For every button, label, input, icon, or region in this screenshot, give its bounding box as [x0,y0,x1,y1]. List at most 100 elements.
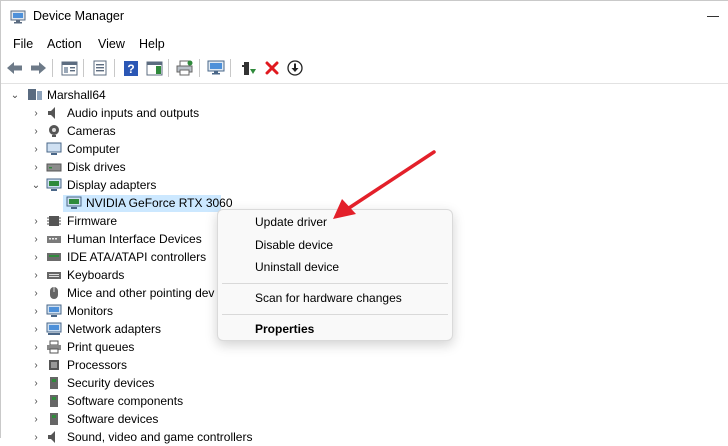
context-menu: Update driver Disable device Uninstall d… [217,209,453,341]
display-adapter-icon [46,178,62,191]
context-menu-properties[interactable]: Properties [255,322,314,336]
tree-item-keyboards[interactable]: › Keyboards [1,266,231,284]
update-driver-down-icon[interactable] [285,58,305,78]
tree-item-firmware[interactable]: › Firmware [1,212,231,230]
tree-item-processors[interactable]: › Processors [1,356,231,374]
monitor-icon [46,142,62,155]
chevron-right-icon[interactable]: › [31,144,41,155]
chevron-right-icon[interactable]: › [31,216,41,227]
context-menu-separator [222,314,448,315]
menu-action[interactable]: Action [47,37,82,51]
minimize-button[interactable] [707,16,719,17]
tree-item-label: Sound, video and game controllers [67,430,253,444]
chevron-right-icon[interactable]: › [31,324,41,335]
chevron-right-icon[interactable]: › [31,270,41,281]
toolbar-separator [52,59,53,77]
tree-item-label: Software devices [67,412,159,426]
chevron-right-icon[interactable]: › [31,396,41,407]
tree-item-label: Display adapters [67,178,157,192]
tree-item-label: Human Interface Devices [67,232,202,246]
tree-item-label: Processors [67,358,128,372]
chevron-right-icon[interactable]: › [31,378,41,389]
tree-item-label: Audio inputs and outputs [67,106,200,120]
title-bar: Device Manager [1,1,728,33]
tree-item-ide[interactable]: › IDE ATA/ATAPI controllers [1,248,231,266]
tree-item-nvidia-gpu[interactable]: NVIDIA GeForce RTX 3060 [1,194,233,212]
tree-item-label: Disk drives [67,160,126,174]
tree-item-audio[interactable]: › Audio inputs and outputs [1,104,231,122]
help-icon[interactable]: ? [121,58,141,78]
chevron-right-icon[interactable]: › [31,432,41,443]
hid-icon [47,236,61,243]
security-device-icon [50,377,58,389]
tree-item-hid[interactable]: › Human Interface Devices [1,230,231,248]
processor-icon [49,360,59,370]
uninstall-x-icon[interactable] [262,58,282,78]
window-title: Device Manager [33,9,125,23]
properties-view-icon[interactable] [59,58,79,78]
disk-drive-icon [46,163,62,172]
svg-text:?: ? [127,62,134,76]
tree-item-label: Software components [67,394,184,408]
tree-item-software-components[interactable]: › Software components [1,392,231,410]
tree-item-security[interactable]: › Security devices [1,374,231,392]
tree-item-label: Monitors [67,304,114,318]
scan-monitor-icon[interactable] [206,58,226,78]
show-hide-icon[interactable] [90,58,110,78]
chevron-right-icon[interactable]: › [31,360,41,371]
print-icon[interactable] [175,58,195,78]
network-adapter-icon [46,322,62,335]
toolbar-separator [199,59,200,77]
enable-device-icon[interactable] [239,58,259,78]
chevron-right-icon[interactable]: › [31,234,41,245]
menu-help[interactable]: Help [139,37,165,51]
chevron-right-icon[interactable]: › [31,126,41,137]
tree-item-software-devices[interactable]: › Software devices [1,410,231,428]
context-menu-update-driver[interactable]: Update driver [255,215,327,229]
chevron-right-icon[interactable]: › [31,342,41,353]
tree-item-label: Computer [67,142,120,156]
audio-icon [48,107,55,119]
action-pane-icon[interactable] [144,58,164,78]
tree-item-sound[interactable]: › Sound, video and game controllers [1,428,261,446]
tree-item-label: IDE ATA/ATAPI controllers [67,250,207,264]
device-manager-app-icon [10,10,26,24]
context-menu-disable-device[interactable]: Disable device [255,238,333,252]
software-component-icon [50,395,58,407]
context-menu-scan-hardware[interactable]: Scan for hardware changes [255,291,402,305]
tree-item-monitors[interactable]: › Monitors [1,302,231,320]
back-icon[interactable] [5,58,25,78]
chevron-right-icon[interactable]: › [31,252,41,263]
sound-controller-icon [48,431,55,443]
menu-file[interactable]: File [13,37,33,51]
tree-item-disk-drives[interactable]: › Disk drives [1,158,231,176]
tree-item-label: Keyboards [67,268,125,282]
chevron-down-icon[interactable]: ⌄ [31,180,41,191]
chevron-right-icon[interactable]: › [31,306,41,317]
tree-item-label: Mice and other pointing dev [67,286,215,300]
chevron-right-icon[interactable]: › [31,288,41,299]
computer-icon [28,89,42,100]
toolbar-separator [168,59,169,77]
tree-root-label: Marshall64 [47,88,106,102]
tree-item-cameras[interactable]: › Cameras [1,122,231,140]
tree-item-computer[interactable]: › Computer [1,140,231,158]
chevron-right-icon[interactable]: › [31,108,41,119]
tree-item-mice[interactable]: › Mice and other pointing dev [1,284,231,302]
tree-root[interactable]: ⌄ Marshall64 [1,86,231,104]
keyboard-icon [47,272,61,279]
forward-icon[interactable] [28,58,48,78]
chevron-right-icon[interactable]: › [31,162,41,173]
tree-item-label: Cameras [67,124,116,138]
toolbar-separator [230,59,231,77]
ide-controller-icon [47,253,61,261]
chevron-down-icon[interactable]: ⌄ [10,90,20,101]
tree-item-display-adapters[interactable]: ⌄ Display adapters [1,176,231,194]
menu-view[interactable]: View [98,37,125,51]
firmware-chip-icon [47,216,61,226]
chevron-right-icon[interactable]: › [31,414,41,425]
tree-item-label: Firmware [67,214,117,228]
tree-item-network[interactable]: › Network adapters [1,320,231,338]
context-menu-uninstall-device[interactable]: Uninstall device [255,260,339,274]
tree-item-print-queues[interactable]: › Print queues [1,338,231,356]
